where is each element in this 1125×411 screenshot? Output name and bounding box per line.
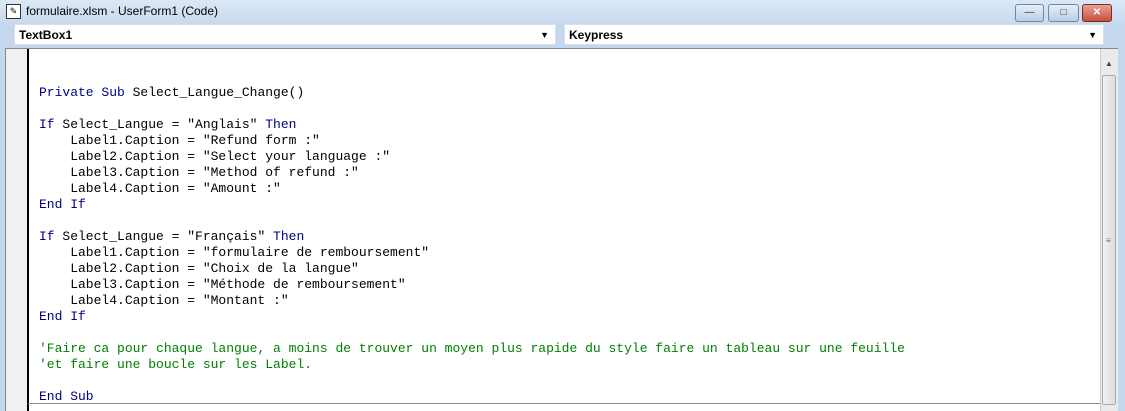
keyword: End If bbox=[39, 197, 86, 212]
scrollbar-thumb[interactable]: ≡ bbox=[1102, 75, 1116, 405]
keyword: Then bbox=[273, 229, 305, 244]
keyword: If bbox=[39, 229, 63, 244]
code-line[interactable]: 'Faire ca pour chaque langue, a moins de… bbox=[39, 341, 905, 357]
code-token: Label4.Caption = "Amount :" bbox=[39, 181, 281, 196]
code-line[interactable]: Label1.Caption = "formulaire de rembours… bbox=[39, 245, 905, 261]
object-dropdown-value: TextBox1 bbox=[19, 28, 73, 42]
code-token: Label2.Caption = "Select your language :… bbox=[39, 149, 391, 164]
code-token: Select_Langue = "Français" bbox=[62, 229, 274, 244]
code-line[interactable]: Label4.Caption = "Amount :" bbox=[39, 181, 905, 197]
scroll-up-icon[interactable]: ▲ bbox=[1105, 59, 1113, 68]
code-line[interactable]: Label2.Caption = "Choix de la langue" bbox=[39, 261, 905, 277]
code-line[interactable] bbox=[39, 101, 905, 117]
code-token: Label3.Caption = "Méthode de rembourseme… bbox=[39, 277, 406, 292]
code-line[interactable]: 'et faire une boucle sur les Label. bbox=[39, 357, 905, 373]
object-dropdown[interactable]: TextBox1 ▼ bbox=[14, 24, 556, 45]
keyword: Private Sub bbox=[39, 85, 133, 100]
chevron-down-icon[interactable]: ▼ bbox=[1088, 25, 1097, 46]
code-line[interactable]: End If bbox=[39, 309, 905, 325]
code-line[interactable] bbox=[39, 325, 905, 341]
vertical-scrollbar[interactable]: ▲ ≡ bbox=[1100, 49, 1118, 411]
code-line[interactable] bbox=[39, 213, 905, 229]
title-bar: ✎ formulaire.xlsm - UserForm1 (Code) — □… bbox=[0, 0, 1125, 24]
chevron-down-icon[interactable]: ▼ bbox=[540, 25, 549, 46]
code-line[interactable]: Label1.Caption = "Refund form :" bbox=[39, 133, 905, 149]
code-token: Select_Langue_Change() bbox=[132, 85, 305, 100]
code-line[interactable]: Label2.Caption = "Select your language :… bbox=[39, 149, 905, 165]
procedure-separator bbox=[28, 403, 1100, 404]
code-line[interactable]: Label3.Caption = "Méthode de rembourseme… bbox=[39, 277, 905, 293]
code-editor[interactable]: Private Sub Select_Langue_Change() If Sel… bbox=[5, 48, 1118, 411]
vba-code-icon: ✎ bbox=[6, 4, 21, 19]
code-token: Label2.Caption = "Choix de la langue" bbox=[39, 261, 359, 276]
code-line[interactable]: Label4.Caption = "Montant :" bbox=[39, 293, 905, 309]
code-line[interactable]: If Select_Langue = "Français" Then bbox=[39, 229, 905, 245]
keyword: End Sub bbox=[39, 389, 94, 404]
code-text[interactable]: Private Sub Select_Langue_Change() If Sel… bbox=[39, 85, 905, 405]
code-token: Label1.Caption = "formulaire de rembours… bbox=[39, 245, 430, 260]
code-line[interactable] bbox=[39, 373, 905, 389]
margin-indicator-bar[interactable] bbox=[6, 49, 29, 411]
window-title: formulaire.xlsm - UserForm1 (Code) bbox=[26, 4, 219, 18]
keyword: End If bbox=[39, 309, 86, 324]
code-token: Label4.Caption = "Montant :" bbox=[39, 293, 289, 308]
minimize-button[interactable]: — bbox=[1015, 4, 1044, 22]
code-line[interactable]: If Select_Langue = "Anglais" Then bbox=[39, 117, 905, 133]
close-button[interactable]: ✕ bbox=[1082, 4, 1112, 22]
comment: 'Faire ca pour chaque langue, a moins de… bbox=[39, 341, 905, 356]
procedure-dropdown[interactable]: Keypress ▼ bbox=[564, 24, 1104, 45]
code-line[interactable]: Label3.Caption = "Method of refund :" bbox=[39, 165, 905, 181]
grip-icon: ≡ bbox=[1106, 236, 1111, 245]
keyword: Then bbox=[265, 117, 297, 132]
keyword: If bbox=[39, 117, 63, 132]
code-token: Select_Langue = "Anglais" bbox=[62, 117, 266, 132]
procedure-dropdown-value: Keypress bbox=[569, 28, 624, 42]
code-line[interactable]: Private Sub Select_Langue_Change() bbox=[39, 85, 905, 101]
code-token: Label3.Caption = "Method of refund :" bbox=[39, 165, 359, 180]
comment: 'et faire une boucle sur les Label. bbox=[39, 357, 313, 372]
maximize-button[interactable]: □ bbox=[1048, 4, 1079, 22]
code-line[interactable]: End If bbox=[39, 197, 905, 213]
code-token: Label1.Caption = "Refund form :" bbox=[39, 133, 320, 148]
